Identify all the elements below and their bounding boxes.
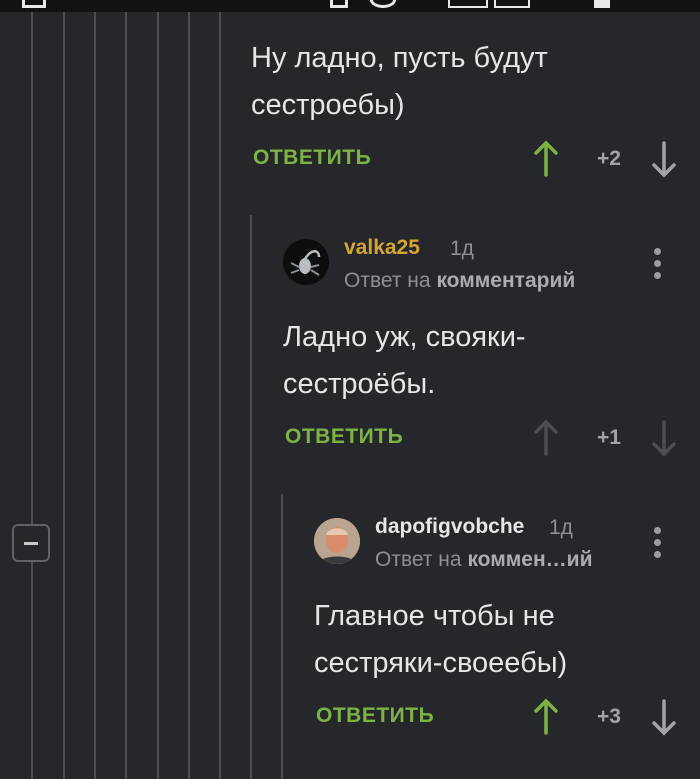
username[interactable]: dapofigvobche (375, 515, 524, 539)
thread-line (157, 12, 159, 779)
downvote-arrow-icon[interactable] (649, 418, 679, 458)
scorpion-icon (283, 239, 329, 285)
more-options-icon[interactable] (648, 525, 668, 561)
reply-to-prefix: Ответ на (375, 548, 462, 571)
upvote-arrow-icon[interactable] (531, 418, 561, 458)
username[interactable]: valka25 (344, 236, 420, 260)
thread-line (250, 215, 252, 779)
reply-to: Ответ на коммен…ий (375, 548, 592, 572)
reply-to-link[interactable]: комментарий (436, 269, 575, 292)
battery-icon (594, 0, 610, 8)
reply-button[interactable]: ОТВЕТИТЬ (285, 425, 403, 449)
comment-time: 1д (549, 516, 573, 539)
thread-line (63, 12, 65, 779)
avatar[interactable] (314, 518, 360, 564)
avatar[interactable] (283, 239, 329, 285)
reply-button[interactable]: ОТВЕТИТЬ (316, 704, 434, 728)
thread-line (31, 12, 33, 779)
signal-icon (448, 0, 488, 8)
notification-icon (22, 0, 46, 8)
comment-text: Ну ладно, пусть будут сестроебы) (251, 42, 548, 121)
vote-controls: +2 (531, 139, 681, 179)
sim-icon (330, 0, 348, 8)
reply-to: Ответ на комментарий (344, 269, 575, 293)
comment-score: +1 (597, 426, 621, 449)
reply-button[interactable]: ОТВЕТИТЬ (253, 146, 371, 170)
collapse-thread-button[interactable] (12, 524, 50, 562)
vote-controls: +1 (531, 418, 681, 458)
vote-controls: +3 (531, 697, 681, 737)
thread-line (94, 12, 96, 779)
alarm-icon (370, 0, 396, 8)
upvote-arrow-icon[interactable] (531, 139, 561, 179)
downvote-arrow-icon[interactable] (649, 139, 679, 179)
thread-line (125, 12, 127, 779)
thread-line (219, 12, 221, 779)
downvote-arrow-icon[interactable] (649, 697, 679, 737)
comment-time: 1д (450, 237, 474, 260)
signal-icon-2 (494, 0, 530, 8)
comment-text: Ладно уж, свояки- сестроёбы. (283, 321, 526, 400)
minus-icon (24, 542, 38, 545)
reply-to-link[interactable]: коммен…ий (467, 548, 592, 571)
comment-score: +3 (597, 705, 621, 728)
reply-to-prefix: Ответ на (344, 269, 431, 292)
more-options-icon[interactable] (648, 246, 668, 282)
thread-line (188, 12, 190, 779)
upvote-arrow-icon[interactable] (531, 697, 561, 737)
thread-line (281, 494, 283, 779)
comment-text: Главное чтобы не сестряки-своеебы) (314, 600, 568, 679)
user-photo-icon (314, 518, 360, 564)
status-bar (0, 0, 700, 12)
comment-score: +2 (597, 147, 621, 170)
